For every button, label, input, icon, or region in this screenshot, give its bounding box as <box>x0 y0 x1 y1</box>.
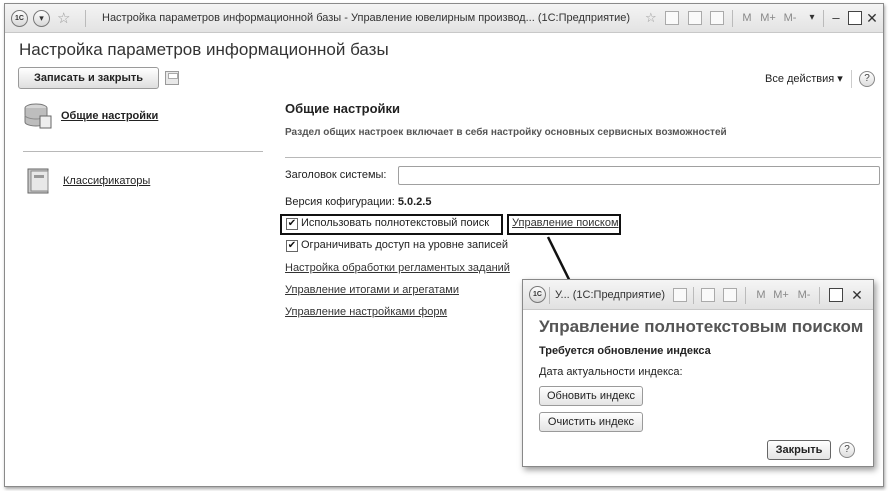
dialog-help-icon[interactable]: ? <box>839 442 855 458</box>
dialog-memory-plus-button[interactable]: M+ <box>771 286 791 304</box>
dialog-titlebar-divider <box>693 287 694 304</box>
dialog-memory-minus-button[interactable]: M- <box>794 286 814 304</box>
dialog-bookmark-icon[interactable] <box>673 288 687 302</box>
dialog-close-button[interactable]: Закрыть <box>767 440 831 460</box>
dialog-titlebar-divider <box>549 287 550 304</box>
dialog-heading: Управление полнотекстовым поиском <box>539 317 864 336</box>
dialog-titlebar-divider <box>819 287 820 304</box>
clear-index-button[interactable]: Очистить индекс <box>539 412 643 432</box>
update-index-button[interactable]: Обновить индекс <box>539 386 643 406</box>
dialog-titlebar-divider <box>745 287 746 304</box>
dialog-maximize-icon[interactable] <box>829 288 843 302</box>
dialog-title-bar: 1С У... (1С:Предприятие) M M+ M- ✕ <box>523 280 873 310</box>
dialog-close-icon[interactable]: ✕ <box>849 286 865 304</box>
dialog-1c-logo-icon[interactable]: 1С <box>529 286 546 303</box>
dialog-calendar-icon[interactable] <box>723 288 737 302</box>
index-update-warning: Требуется обновление индекса <box>539 345 711 357</box>
dialog-window-title: У... (1С:Предприятие) <box>555 289 665 301</box>
index-date-label: Дата актуальности индекса: <box>539 366 683 378</box>
dialog-calculator-icon[interactable] <box>701 288 715 302</box>
dialog-memory-button[interactable]: M <box>755 286 767 304</box>
fulltext-search-dialog: 1С У... (1С:Предприятие) M M+ M- ✕ Управ… <box>522 279 874 467</box>
